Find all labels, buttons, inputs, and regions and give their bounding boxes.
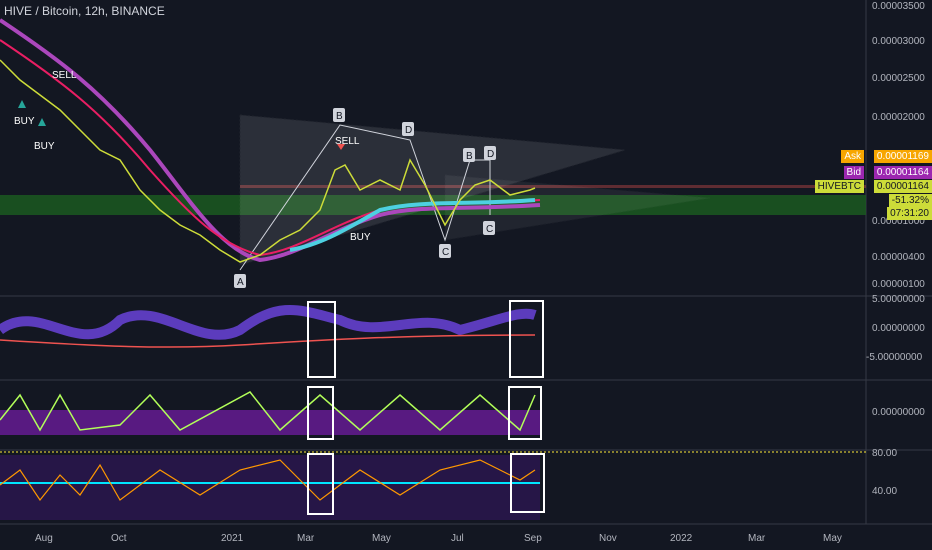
ask-price-tag: 0.00001169 (873, 150, 932, 163)
chart-title: HIVE / Bitcoin, 12h, BINANCE (4, 4, 165, 18)
pattern-point-d: D (405, 125, 412, 136)
price-tick: 0.00002500 (872, 73, 925, 84)
countdown-tag: 07:31:20 (887, 207, 932, 220)
osc3-tick: 40.00 (872, 486, 897, 497)
symbol-label: HIVEBTC (814, 180, 864, 193)
pattern-point-b: B (466, 151, 473, 162)
last-price-tag: 0.00001164 (873, 180, 932, 193)
buy-marker (38, 118, 46, 126)
price-tick: 0.00003000 (872, 36, 925, 47)
pattern-point-d: D (487, 149, 494, 160)
oscillator-1[interactable] (0, 305, 537, 340)
price-tick: 0.00000100 (872, 279, 925, 290)
price-tick: 0.00000400 (872, 252, 925, 263)
osc1-tick: 0.00000000 (872, 323, 925, 334)
ask-label: Ask (841, 150, 864, 163)
pattern-point-b: B (336, 111, 343, 122)
time-label: May (823, 533, 842, 544)
pattern-point-a: A (237, 277, 244, 288)
price-tick: 0.00002000 (872, 112, 925, 123)
time-label: Nov (599, 533, 617, 544)
osc1-tick: 5.00000000 (872, 294, 925, 305)
osc2-tick: 0.00000000 (872, 407, 925, 418)
time-label: 2021 (221, 533, 244, 544)
sell-label: SELL (335, 136, 360, 147)
osc3-tick: 80.00 (872, 448, 897, 459)
time-label: Oct (111, 533, 127, 544)
bid-label: Bid (843, 166, 864, 179)
change-tag: -51.32% (888, 194, 932, 207)
time-label: Mar (297, 533, 315, 544)
pattern-point-c: C (442, 247, 449, 258)
osc1-tick: -5.00000000 (866, 352, 923, 363)
price-tick: 0.00003500 (872, 1, 925, 12)
buy-label: BUY (34, 141, 55, 152)
time-label: Aug (35, 533, 53, 544)
pattern-point-c: C (486, 224, 493, 235)
buy-label: BUY (14, 116, 35, 127)
bid-price-tag: 0.00001164 (873, 166, 932, 179)
time-label: Mar (748, 533, 766, 544)
time-label: May (372, 533, 391, 544)
time-label: Jul (451, 533, 464, 544)
time-label: Sep (524, 533, 542, 544)
buy-label: BUY (350, 232, 371, 243)
sell-label: SELL (52, 70, 77, 81)
buy-marker (18, 100, 26, 108)
chart-canvas[interactable]: SELL BUY BUY SELL BUY A B D C B D C 0.00… (0, 0, 932, 550)
time-label: 2022 (670, 533, 693, 544)
